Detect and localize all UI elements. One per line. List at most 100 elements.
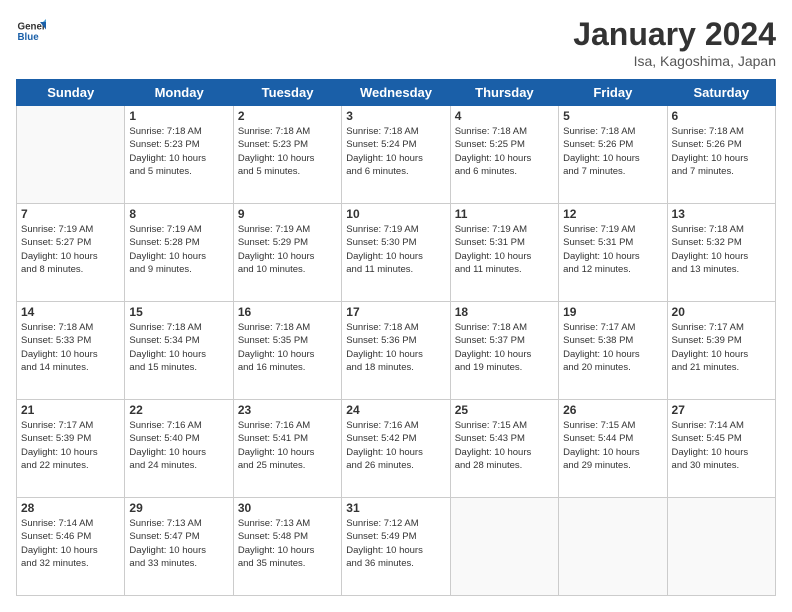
day-info: Sunrise: 7:19 AM Sunset: 5:31 PM Dayligh… xyxy=(563,223,662,276)
calendar-cell: 22 Sunrise: 7:16 AM Sunset: 5:40 PM Dayli… xyxy=(125,400,233,498)
day-number: 29 xyxy=(129,501,228,515)
day-number: 31 xyxy=(346,501,445,515)
title-block: January 2024 Isa, Kagoshima, Japan xyxy=(573,16,776,69)
day-info: Sunrise: 7:13 AM Sunset: 5:48 PM Dayligh… xyxy=(238,517,337,570)
day-info: Sunrise: 7:16 AM Sunset: 5:42 PM Dayligh… xyxy=(346,419,445,472)
day-number: 20 xyxy=(672,305,771,319)
day-info: Sunrise: 7:13 AM Sunset: 5:47 PM Dayligh… xyxy=(129,517,228,570)
calendar-cell: 24Sunrise: 7:16 AM Sunset: 5:42 PM Dayli… xyxy=(342,400,450,498)
calendar-week-3: 14 Sunrise: 7:18 AM Sunset: 5:33 PM Dayli… xyxy=(17,302,776,400)
day-info: Sunrise: 7:19 AM Sunset: 5:27 PM Dayligh… xyxy=(21,223,120,276)
calendar-cell: 19 Sunrise: 7:17 AM Sunset: 5:38 PM Dayli… xyxy=(559,302,667,400)
calendar-table: SundayMondayTuesdayWednesdayThursdayFrid… xyxy=(16,79,776,596)
day-number: 19 xyxy=(563,305,662,319)
calendar-cell: 20Sunrise: 7:17 AM Sunset: 5:39 PM Dayli… xyxy=(667,302,775,400)
day-number: 8 xyxy=(129,207,228,221)
header: General Blue January 2024 Isa, Kagoshima… xyxy=(16,16,776,69)
calendar-week-1: 1 Sunrise: 7:18 AM Sunset: 5:23 PM Daylig… xyxy=(17,106,776,204)
calendar-cell: 28Sunrise: 7:14 AM Sunset: 5:46 PM Dayli… xyxy=(17,498,125,596)
day-number: 18 xyxy=(455,305,554,319)
day-number: 30 xyxy=(238,501,337,515)
day-number: 4 xyxy=(455,109,554,123)
calendar-cell: 16 Sunrise: 7:18 AM Sunset: 5:35 PM Dayli… xyxy=(233,302,341,400)
calendar-week-5: 28Sunrise: 7:14 AM Sunset: 5:46 PM Dayli… xyxy=(17,498,776,596)
logo: General Blue xyxy=(16,16,46,46)
day-number: 23 xyxy=(238,403,337,417)
location: Isa, Kagoshima, Japan xyxy=(573,53,776,69)
logo-icon: General Blue xyxy=(16,16,46,46)
calendar-cell: 5 Sunrise: 7:18 AM Sunset: 5:26 PM Daylig… xyxy=(559,106,667,204)
day-number: 17 xyxy=(346,305,445,319)
day-number: 28 xyxy=(21,501,120,515)
day-info: Sunrise: 7:18 AM Sunset: 5:33 PM Dayligh… xyxy=(21,321,120,374)
day-number: 6 xyxy=(672,109,771,123)
calendar-week-2: 7 Sunrise: 7:19 AM Sunset: 5:27 PM Daylig… xyxy=(17,204,776,302)
day-number: 15 xyxy=(129,305,228,319)
calendar-week-4: 21 Sunrise: 7:17 AM Sunset: 5:39 PM Dayli… xyxy=(17,400,776,498)
day-number: 2 xyxy=(238,109,337,123)
calendar-cell: 7 Sunrise: 7:19 AM Sunset: 5:27 PM Daylig… xyxy=(17,204,125,302)
day-number: 16 xyxy=(238,305,337,319)
day-number: 14 xyxy=(21,305,120,319)
weekday-header-tuesday: Tuesday xyxy=(233,80,341,106)
day-info: Sunrise: 7:18 AM Sunset: 5:25 PM Dayligh… xyxy=(455,125,554,178)
day-info: Sunrise: 7:16 AM Sunset: 5:40 PM Dayligh… xyxy=(129,419,228,472)
day-number: 25 xyxy=(455,403,554,417)
day-info: Sunrise: 7:12 AM Sunset: 5:49 PM Dayligh… xyxy=(346,517,445,570)
calendar-cell: 1Sunrise: 7:18 AM Sunset: 5:23 PM Daylig… xyxy=(125,106,233,204)
day-info: Sunrise: 7:18 AM Sunset: 5:37 PM Dayligh… xyxy=(455,321,554,374)
calendar-cell: 10Sunrise: 7:19 AM Sunset: 5:30 PM Dayli… xyxy=(342,204,450,302)
weekday-header-row: SundayMondayTuesdayWednesdayThursdayFrid… xyxy=(17,80,776,106)
day-number: 9 xyxy=(238,207,337,221)
weekday-header-saturday: Saturday xyxy=(667,80,775,106)
day-info: Sunrise: 7:16 AM Sunset: 5:41 PM Dayligh… xyxy=(238,419,337,472)
day-info: Sunrise: 7:14 AM Sunset: 5:45 PM Dayligh… xyxy=(672,419,771,472)
weekday-header-sunday: Sunday xyxy=(17,80,125,106)
calendar-cell: 4 Sunrise: 7:18 AM Sunset: 5:25 PM Daylig… xyxy=(450,106,558,204)
day-info: Sunrise: 7:18 AM Sunset: 5:26 PM Dayligh… xyxy=(672,125,771,178)
calendar-body: 1 Sunrise: 7:18 AM Sunset: 5:23 PM Daylig… xyxy=(17,106,776,596)
calendar-cell xyxy=(559,498,667,596)
day-info: Sunrise: 7:18 AM Sunset: 5:23 PM Dayligh… xyxy=(238,125,337,178)
day-info: Sunrise: 7:18 AM Sunset: 5:34 PM Dayligh… xyxy=(129,321,228,374)
day-info: Sunrise: 7:18 AM Sunset: 5:35 PM Dayligh… xyxy=(238,321,337,374)
day-number: 21 xyxy=(21,403,120,417)
calendar-cell: 11Sunrise: 7:19 AM Sunset: 5:31 PM Dayli… xyxy=(450,204,558,302)
day-number: 7 xyxy=(21,207,120,221)
day-info: Sunrise: 7:19 AM Sunset: 5:28 PM Dayligh… xyxy=(129,223,228,276)
day-number: 22 xyxy=(129,403,228,417)
calendar-cell xyxy=(450,498,558,596)
calendar-cell: 21 Sunrise: 7:17 AM Sunset: 5:39 PM Dayli… xyxy=(17,400,125,498)
calendar-cell: 3Sunrise: 7:18 AM Sunset: 5:24 PM Daylig… xyxy=(342,106,450,204)
calendar-cell: 25Sunrise: 7:15 AM Sunset: 5:43 PM Dayli… xyxy=(450,400,558,498)
weekday-header-wednesday: Wednesday xyxy=(342,80,450,106)
calendar-cell xyxy=(667,498,775,596)
calendar-header: SundayMondayTuesdayWednesdayThursdayFrid… xyxy=(17,80,776,106)
day-info: Sunrise: 7:15 AM Sunset: 5:44 PM Dayligh… xyxy=(563,419,662,472)
day-number: 1 xyxy=(129,109,228,123)
svg-text:Blue: Blue xyxy=(18,32,40,43)
calendar-cell: 13Sunrise: 7:18 AM Sunset: 5:32 PM Dayli… xyxy=(667,204,775,302)
day-info: Sunrise: 7:18 AM Sunset: 5:24 PM Dayligh… xyxy=(346,125,445,178)
calendar-cell: 9 Sunrise: 7:19 AM Sunset: 5:29 PM Daylig… xyxy=(233,204,341,302)
day-info: Sunrise: 7:18 AM Sunset: 5:26 PM Dayligh… xyxy=(563,125,662,178)
calendar-cell: 8 Sunrise: 7:19 AM Sunset: 5:28 PM Daylig… xyxy=(125,204,233,302)
calendar-cell: 12 Sunrise: 7:19 AM Sunset: 5:31 PM Dayli… xyxy=(559,204,667,302)
calendar-cell xyxy=(17,106,125,204)
day-info: Sunrise: 7:17 AM Sunset: 5:39 PM Dayligh… xyxy=(21,419,120,472)
day-info: Sunrise: 7:18 AM Sunset: 5:32 PM Dayligh… xyxy=(672,223,771,276)
month-title: January 2024 xyxy=(573,16,776,53)
day-info: Sunrise: 7:18 AM Sunset: 5:36 PM Dayligh… xyxy=(346,321,445,374)
calendar-cell: 17 Sunrise: 7:18 AM Sunset: 5:36 PM Dayli… xyxy=(342,302,450,400)
calendar-cell: 15 Sunrise: 7:18 AM Sunset: 5:34 PM Dayli… xyxy=(125,302,233,400)
day-number: 5 xyxy=(563,109,662,123)
day-info: Sunrise: 7:17 AM Sunset: 5:38 PM Dayligh… xyxy=(563,321,662,374)
page: General Blue January 2024 Isa, Kagoshima… xyxy=(0,0,792,612)
weekday-header-thursday: Thursday xyxy=(450,80,558,106)
calendar-cell: 14 Sunrise: 7:18 AM Sunset: 5:33 PM Dayli… xyxy=(17,302,125,400)
day-number: 12 xyxy=(563,207,662,221)
calendar-cell: 26Sunrise: 7:15 AM Sunset: 5:44 PM Dayli… xyxy=(559,400,667,498)
calendar-cell: 31 Sunrise: 7:12 AM Sunset: 5:49 PM Dayli… xyxy=(342,498,450,596)
day-info: Sunrise: 7:19 AM Sunset: 5:29 PM Dayligh… xyxy=(238,223,337,276)
calendar-cell: 23 Sunrise: 7:16 AM Sunset: 5:41 PM Dayli… xyxy=(233,400,341,498)
